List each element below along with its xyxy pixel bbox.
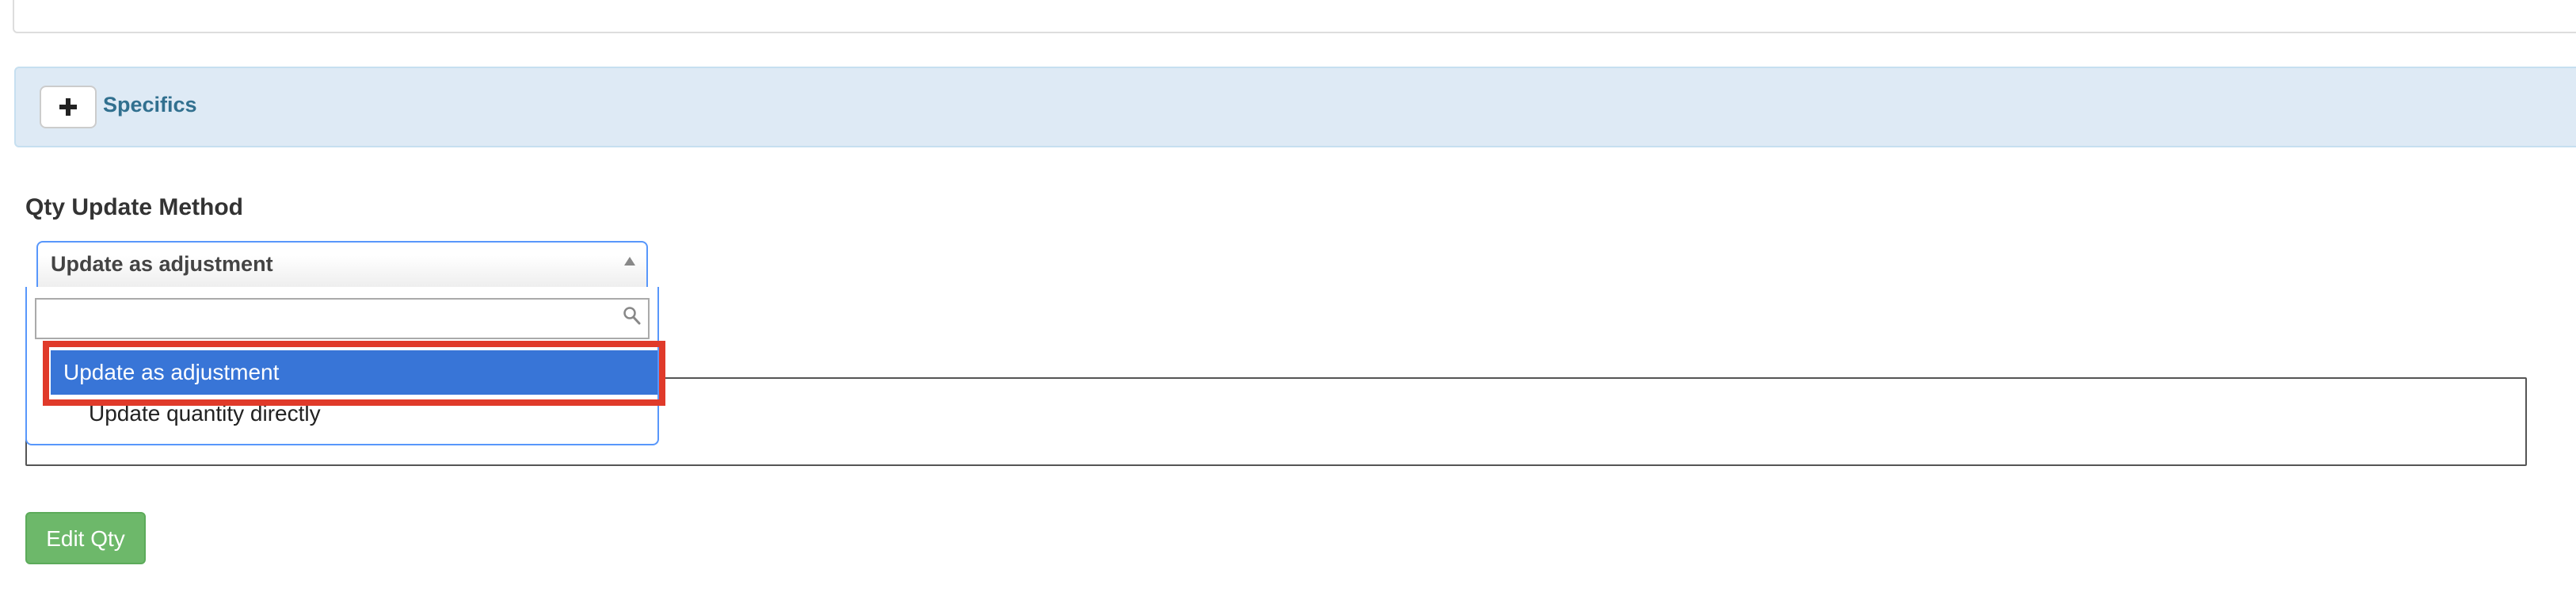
select-dropdown: Update as adjustment Update quantity dir…: [25, 287, 665, 445]
option-update-quantity-directly[interactable]: Update quantity directly: [65, 392, 669, 436]
plus-icon: [59, 98, 77, 116]
qty-update-method-select[interactable]: Update as adjustment: [36, 241, 648, 287]
qty-update-method-label: Qty Update Method: [25, 194, 243, 220]
expand-specifics-button[interactable]: [40, 86, 97, 128]
option-update-as-adjustment[interactable]: Update as adjustment: [51, 350, 657, 395]
specifics-panel: [14, 67, 2576, 147]
dropdown-search-input[interactable]: [35, 298, 650, 339]
select-current-value: Update as adjustment: [51, 252, 273, 276]
edit-qty-button[interactable]: Edit Qty: [25, 512, 146, 564]
specifics-title[interactable]: Specifics: [103, 89, 197, 120]
page: Specifics Qty Update Method Update as ad…: [0, 0, 2576, 596]
top-panel: [13, 0, 2576, 33]
search-icon: [623, 307, 641, 325]
caret-up-icon: [624, 257, 635, 266]
